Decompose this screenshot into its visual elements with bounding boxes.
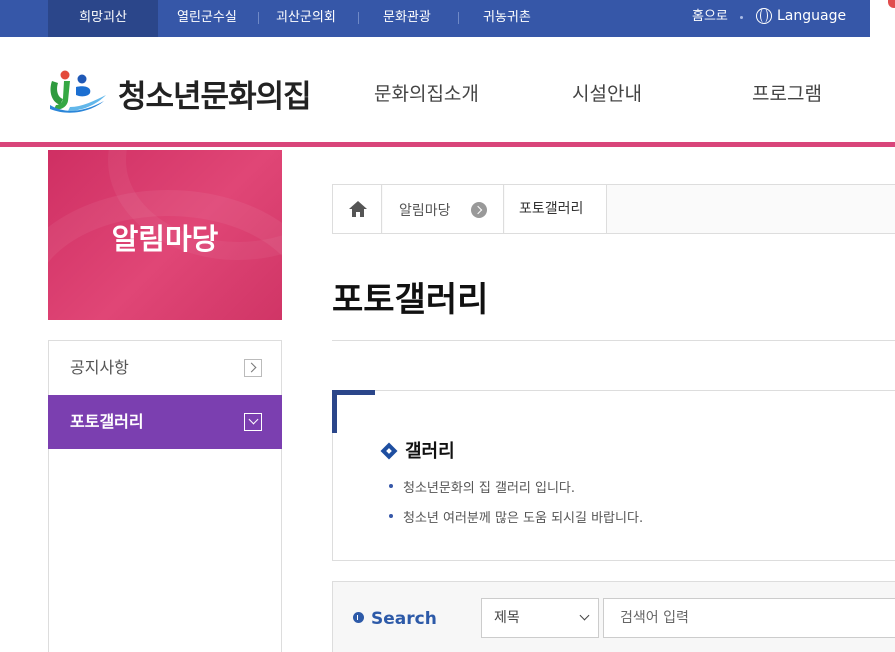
sidebar-item-label: 포토갤러리 bbox=[70, 412, 144, 431]
language-button[interactable]: Language bbox=[756, 0, 846, 37]
search-label: Search bbox=[371, 609, 437, 629]
search-bullet-icon bbox=[353, 612, 364, 623]
breadcrumb-current[interactable]: 포토갤러리 bbox=[505, 185, 607, 233]
sidebar-item-label: 공지사항 bbox=[70, 358, 129, 377]
topnav-divider bbox=[358, 12, 359, 24]
topnav-item-1[interactable]: 희망괴산 bbox=[48, 0, 158, 37]
corner-mark-icon bbox=[888, 0, 895, 8]
topnav-divider bbox=[458, 12, 459, 24]
sidebar-menu: 공지사항 포토갤러리 bbox=[48, 340, 282, 652]
topnav-item-3[interactable]: 괴산군의회 bbox=[276, 0, 336, 37]
info-line: 청소년문화의 집 갤러리 입니다. bbox=[388, 477, 575, 496]
page-title: 포토갤러리 bbox=[332, 280, 489, 320]
sidebar-item-photo-gallery[interactable]: 포토갤러리 bbox=[48, 395, 282, 449]
sidebar-title-banner: 알림마당 bbox=[48, 150, 282, 320]
breadcrumb: 알림마당 포토갤러리 bbox=[332, 184, 895, 234]
search-field-select[interactable]: 제목 bbox=[481, 598, 599, 638]
home-icon bbox=[349, 201, 367, 217]
topnav-item-5[interactable]: 귀농귀촌 bbox=[483, 0, 531, 37]
home-link[interactable]: 홈으로 bbox=[692, 0, 728, 33]
sidebar-item-notice[interactable]: 공지사항 bbox=[48, 341, 282, 395]
info-line: 청소년 여러분께 많은 도움 되시길 바랍니다. bbox=[388, 507, 643, 526]
topbar-dot bbox=[740, 16, 743, 19]
chevron-down-icon bbox=[244, 413, 262, 431]
corner-accent bbox=[332, 390, 375, 433]
topnav-item-4[interactable]: 문화관광 bbox=[383, 0, 431, 37]
top-corner bbox=[870, 0, 895, 37]
chevron-right-icon bbox=[244, 359, 262, 377]
sidebar-title: 알림마당 bbox=[111, 222, 219, 256]
globe-icon bbox=[756, 8, 772, 24]
language-label: Language bbox=[777, 8, 847, 24]
chevron-right-icon[interactable] bbox=[471, 202, 487, 218]
info-box: 갤러리 청소년문화의 집 갤러리 입니다. 청소년 여러분께 많은 도움 되시길… bbox=[332, 390, 895, 561]
topnav-item-2[interactable]: 열린군수실 bbox=[177, 0, 237, 37]
topnav-divider bbox=[258, 12, 259, 24]
gnb-item-1[interactable]: 문화의집소개 bbox=[374, 79, 479, 106]
info-heading: 갤러리 bbox=[405, 441, 455, 462]
breadcrumb-parent-label: 알림마당 bbox=[399, 203, 451, 219]
gnb-item-3[interactable]: 프로그램 bbox=[752, 79, 822, 106]
top-utility-bar: 희망괴산 열린군수실 괴산군의회 문화관광 귀농귀촌 홈으로 Language bbox=[0, 0, 895, 37]
breadcrumb-home[interactable] bbox=[333, 185, 382, 233]
site-title[interactable]: 청소년문화의집 bbox=[118, 71, 312, 116]
search-bar: Search 제목 검색어 입력 bbox=[332, 581, 895, 652]
breadcrumb-parent[interactable]: 알림마당 bbox=[383, 185, 504, 233]
title-divider bbox=[332, 340, 895, 341]
gnb-item-2[interactable]: 시설안내 bbox=[572, 79, 642, 106]
search-input[interactable]: 검색어 입력 bbox=[603, 598, 895, 638]
site-header: 청소년문화의집 문화의집소개 시설안내 프로그램 bbox=[0, 37, 895, 147]
diamond-bullet-icon bbox=[380, 442, 398, 460]
logo-icon[interactable] bbox=[46, 67, 108, 115]
